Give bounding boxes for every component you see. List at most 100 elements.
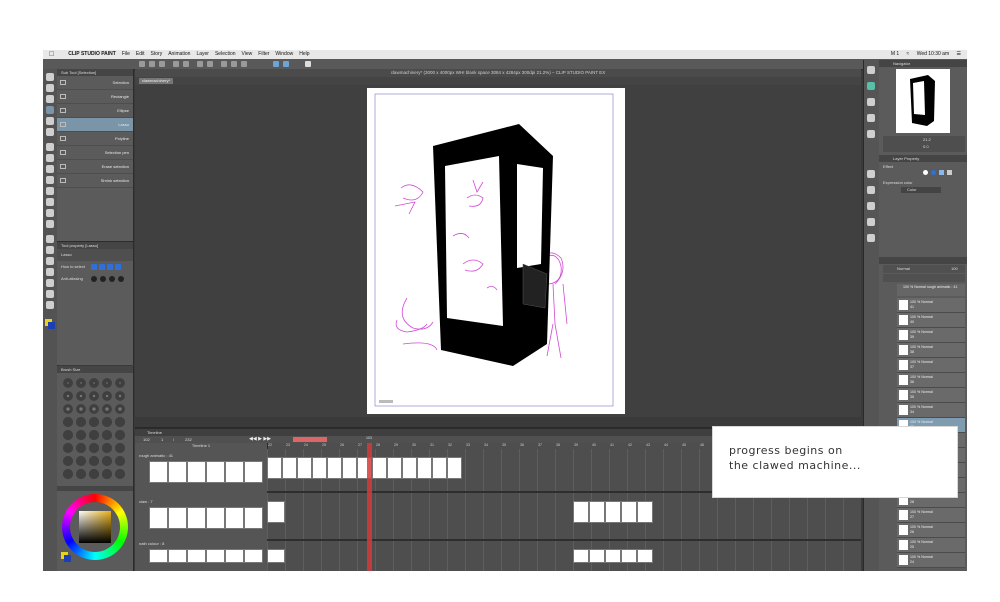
correct-line-tool-icon[interactable] [46, 301, 54, 309]
timeline-cel[interactable] [621, 549, 637, 563]
brush-size-cell[interactable] [115, 430, 125, 440]
playhead[interactable] [367, 443, 372, 571]
timeline-cel[interactable] [605, 501, 621, 523]
aa-medium-icon[interactable] [109, 276, 115, 282]
brush-size-cell[interactable] [76, 430, 86, 440]
brush-size-cell[interactable] [89, 404, 99, 414]
brush-size-cell[interactable] [63, 443, 73, 453]
layer-row[interactable]: 100 % Normal 34 [897, 403, 965, 418]
layer-opacity-value[interactable]: 100 [951, 266, 958, 271]
track-header-cel[interactable] [225, 461, 244, 483]
gradient-tool-icon[interactable] [46, 235, 54, 243]
layer-folder-rough[interactable]: 100 % Normal rough animatic : 41 [897, 284, 965, 296]
brush-size-cell[interactable] [63, 417, 73, 427]
frame-number[interactable]: 28 [376, 443, 380, 447]
timeline-cel[interactable] [327, 457, 342, 479]
navigator-preview[interactable] [896, 69, 950, 133]
timeline-cel[interactable] [589, 501, 605, 523]
select-mode-subtract-icon[interactable] [107, 264, 113, 270]
balloon-tool-icon[interactable] [46, 290, 54, 298]
expression-color-select[interactable]: Color [901, 187, 941, 193]
timeline-cel[interactable] [267, 549, 285, 563]
track-header-cel[interactable] [244, 549, 263, 563]
brush-size-cell[interactable] [76, 378, 86, 388]
brush-size-cell[interactable] [76, 443, 86, 453]
brush-size-cell[interactable] [102, 469, 112, 479]
item-bank-icon[interactable] [867, 202, 875, 210]
subtool-item[interactable]: Selection pen [57, 146, 133, 160]
blend-tool-icon[interactable] [46, 209, 54, 217]
brush-size-cell[interactable] [76, 456, 86, 466]
brush-size-cell[interactable] [115, 469, 125, 479]
canvas-area[interactable] [135, 85, 861, 417]
frame-number[interactable]: 45 [682, 443, 686, 447]
brush-size-cell[interactable] [63, 404, 73, 414]
subtool-item[interactable]: Polyline [57, 132, 133, 146]
frame-number[interactable]: 32 [448, 443, 452, 447]
subtool-item[interactable]: Selection [57, 76, 133, 90]
brush-size-cell[interactable] [63, 378, 73, 388]
zoom-tool-icon[interactable] [46, 73, 54, 81]
aa-none-icon[interactable] [91, 276, 97, 282]
subtool-item[interactable]: Rectangle [57, 90, 133, 104]
subtool-item[interactable]: Ellipse [57, 104, 133, 118]
brush-size-cell[interactable] [89, 443, 99, 453]
onion-skin-icon[interactable] [293, 437, 327, 442]
frame-number[interactable]: 46 [700, 443, 704, 447]
layer-color-icon[interactable] [931, 170, 936, 175]
tone-icon[interactable] [939, 170, 944, 175]
track-name-claw[interactable]: claw : 7 [139, 499, 153, 504]
timeline-cel[interactable] [267, 457, 282, 479]
timeline-cel[interactable] [417, 457, 432, 479]
operation-tool-icon[interactable] [46, 95, 54, 103]
layer-row[interactable]: 100 % Normal 40 [897, 313, 965, 328]
brush-tool-icon[interactable] [46, 165, 54, 173]
timeline-cel[interactable] [637, 501, 653, 523]
brush-size-cell[interactable] [115, 404, 125, 414]
frame-number[interactable]: 43 [646, 443, 650, 447]
undo-icon[interactable] [173, 61, 179, 67]
decoration-tool-icon[interactable] [46, 187, 54, 195]
timeline-cel[interactable] [637, 549, 653, 563]
deselect-icon[interactable] [221, 61, 227, 67]
wifi-icon[interactable]: ≈ [907, 51, 910, 57]
select-mode-new-icon[interactable] [91, 264, 97, 270]
timeline-cel[interactable] [402, 457, 417, 479]
timeline-cel[interactable] [267, 501, 285, 523]
track-header-cel[interactable] [225, 507, 244, 529]
track-name-rough[interactable]: rough animatic : 41 [139, 453, 173, 458]
select-mode-intersect-icon[interactable] [115, 264, 121, 270]
brush-size-cell[interactable] [76, 404, 86, 414]
track-header-cel[interactable] [149, 549, 168, 563]
frame-number[interactable]: 23 [286, 443, 290, 447]
layer-row[interactable]: 100 % Normal 25 [897, 538, 965, 553]
menu-view[interactable]: View [242, 50, 253, 59]
open-icon[interactable] [149, 61, 155, 67]
brush-size-cell[interactable] [63, 456, 73, 466]
menu-list-icon[interactable]: ☰ [957, 51, 961, 57]
layer-row[interactable]: 100 % Normal 27 [897, 508, 965, 523]
invert-selection-icon[interactable] [231, 61, 237, 67]
frame-number[interactable]: 34 [484, 443, 488, 447]
fill-tool-icon[interactable] [46, 220, 54, 228]
selection-tool-icon[interactable] [46, 106, 54, 114]
track-header-cel[interactable] [168, 507, 187, 529]
brush-size-cell[interactable] [89, 391, 99, 401]
timeline-cel[interactable] [573, 549, 589, 563]
brush-size-cell[interactable] [63, 430, 73, 440]
snap-icon[interactable] [273, 61, 279, 67]
navigator-tab-icon[interactable] [867, 66, 875, 74]
menu-layer[interactable]: Layer [196, 50, 209, 59]
brush-size-cell[interactable] [115, 443, 125, 453]
clear-icon[interactable] [197, 61, 203, 67]
redo-icon[interactable] [183, 61, 189, 67]
brush-size-cell[interactable] [115, 391, 125, 401]
track-header-cel[interactable] [206, 549, 225, 563]
frame-number[interactable]: 31 [430, 443, 434, 447]
brush-size-cell[interactable] [102, 391, 112, 401]
track-header-cel[interactable] [149, 507, 168, 529]
menu-help[interactable]: Help [299, 50, 309, 59]
frame-number[interactable]: 44 [664, 443, 668, 447]
layer-row[interactable]: 100 % Normal 24 [897, 553, 965, 568]
timeline-cel[interactable] [282, 457, 297, 479]
